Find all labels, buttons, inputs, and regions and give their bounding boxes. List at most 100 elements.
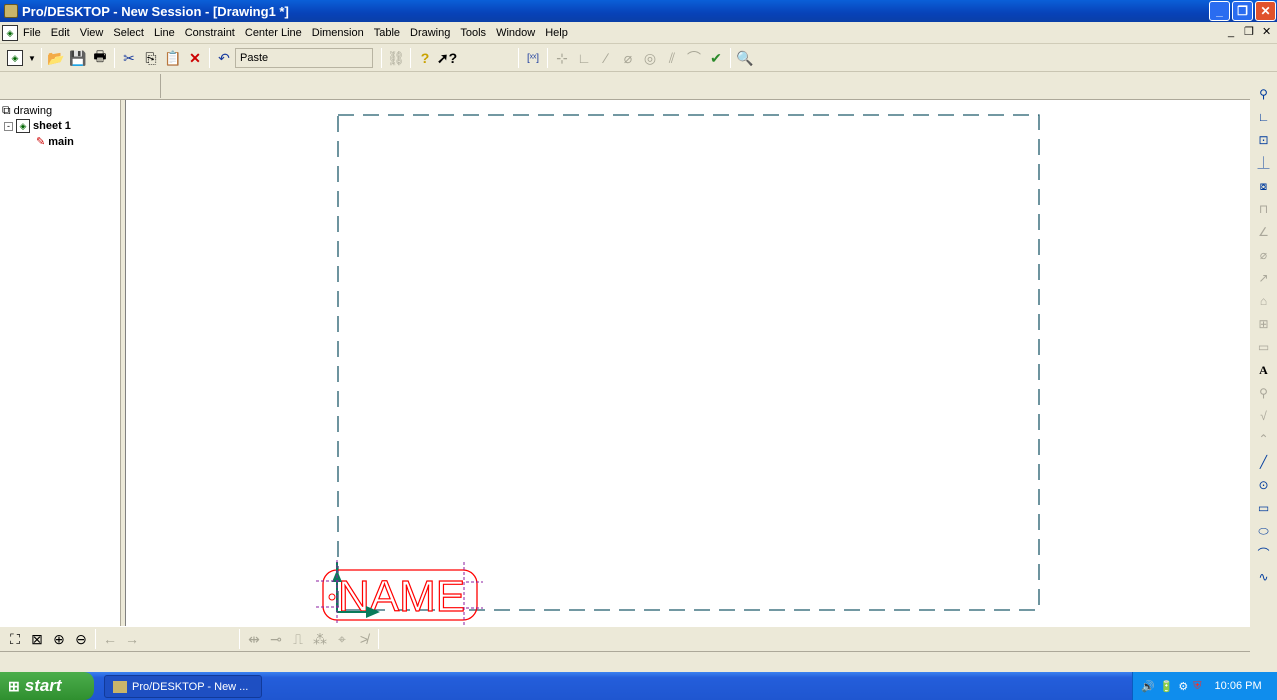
context-help-icon[interactable]: ➚?	[436, 47, 458, 69]
link-icon: ⛓	[387, 49, 405, 66]
start-button[interactable]: ⊞ start	[0, 672, 94, 700]
tangent-icon: ⌀	[623, 49, 633, 66]
ellipse-tool-icon[interactable]: ⬭	[1253, 520, 1275, 542]
volume-icon[interactable]: 🔊	[1141, 680, 1155, 693]
detail-view-icon[interactable]: ⏊	[1253, 152, 1275, 174]
rectangle-tool-icon[interactable]: ▭	[1253, 497, 1275, 519]
app-icon	[113, 680, 127, 693]
menu-window[interactable]: Window	[491, 27, 540, 39]
doc-close-button[interactable]: ✕	[1262, 25, 1271, 38]
document-icon[interactable]: ◈	[2, 24, 18, 41]
taskbar: ⊞ start Pro/DESKTOP - New ... 🔊 🔋 ⚙ ⛨ 10…	[0, 672, 1277, 700]
copy-icon[interactable]: ⎘	[140, 47, 162, 69]
doc-minimize-button[interactable]: _	[1228, 26, 1234, 38]
secondary-toolbar	[0, 72, 1250, 100]
tree-item-drawing[interactable]: ⧉ drawing	[2, 103, 52, 118]
menu-file[interactable]: File	[18, 27, 46, 39]
menu-drawing[interactable]: Drawing	[405, 27, 455, 39]
menu-edit[interactable]: Edit	[46, 27, 75, 39]
dimension-angle-icon: ∠	[1258, 225, 1269, 239]
dimension-linear-icon: ⊓	[1258, 202, 1269, 216]
dropdown-arrow-icon[interactable]: ▼	[26, 47, 38, 69]
minimize-button[interactable]: _	[1209, 1, 1230, 21]
menu-table[interactable]: Table	[369, 27, 405, 39]
restore-button[interactable]: ❐	[1232, 1, 1253, 21]
line-tool-icon[interactable]: ╱	[1253, 451, 1275, 473]
menu-view[interactable]: View	[75, 27, 109, 39]
collapse-icon[interactable]: -	[4, 121, 13, 131]
datum-icon: ⌂	[1259, 294, 1268, 308]
logo-text: NAME	[338, 572, 465, 621]
sheet-frame	[337, 114, 1040, 611]
right-toolbar: ⚲ ∟ ⊡ ⏊ ⧇ ⊓ ∠ ⌀ ↗ ⌂ ⊞ ▭ A ⚲ √ ⌃ ╱ ⊙ ▭ ⬭ …	[1250, 72, 1277, 627]
save-icon[interactable]: 💾	[67, 47, 89, 69]
step-icon: ⎍	[293, 630, 303, 647]
close-button[interactable]: ✕	[1255, 1, 1276, 21]
zoom-out-icon[interactable]: ⊖	[70, 628, 92, 650]
spline-tool-icon[interactable]: ∿	[1253, 566, 1275, 588]
task-label: Pro/DESKTOP - New ...	[132, 680, 249, 693]
name-logo: NAME	[316, 560, 483, 625]
command-box: Paste	[235, 48, 373, 68]
menu-select[interactable]: Select	[108, 27, 149, 39]
status-bar	[0, 652, 1277, 672]
angle-line-icon: ∕	[604, 50, 608, 66]
text-tool-icon[interactable]: A	[1253, 359, 1275, 381]
drawing-canvas[interactable]: NAME	[125, 100, 1250, 626]
delete-icon[interactable]: ✕	[184, 47, 206, 69]
cut-icon[interactable]: ✂	[118, 47, 140, 69]
print-icon[interactable]: 🖶	[89, 47, 111, 69]
view-icon: ✎	[36, 136, 46, 148]
menu-help[interactable]: Help	[540, 27, 573, 39]
sheet-icon: ◈	[16, 119, 30, 133]
check-constraint-icon[interactable]: ✔	[705, 47, 727, 69]
new-drawing-icon[interactable]: ◈	[4, 47, 26, 69]
tree-item-main[interactable]: ✎ main	[36, 135, 74, 149]
arc-tool-icon[interactable]: ⌒	[1253, 543, 1275, 565]
menu-line[interactable]: Line	[149, 27, 180, 39]
doc-restore-button[interactable]: ❐	[1244, 25, 1254, 38]
projected-view-icon[interactable]: ⧇	[1253, 175, 1275, 197]
circle-tool-icon[interactable]: ⊙	[1253, 474, 1275, 496]
magnifier-icon[interactable]: 🔍	[734, 47, 756, 69]
undo-icon[interactable]: ↶	[213, 47, 235, 69]
browser-tree: ⧉ drawing - ◈ sheet 1 ✎ main	[0, 100, 121, 626]
snap-icon: ⇹	[248, 630, 260, 647]
tree-item-sheet[interactable]: - ◈ sheet 1	[4, 119, 71, 133]
paste-icon[interactable]: 📋	[162, 47, 184, 69]
help-icon[interactable]: ?	[414, 47, 436, 69]
security-alert-icon[interactable]: ⛨	[1193, 680, 1201, 693]
tree-label: drawing	[13, 104, 53, 117]
zoom-in-icon[interactable]: ⊕	[48, 628, 70, 650]
taskbar-app-button[interactable]: Pro/DESKTOP - New ...	[104, 675, 262, 698]
menu-constraint[interactable]: Constraint	[180, 27, 240, 39]
menu-center-line[interactable]: Center Line	[240, 27, 307, 39]
balloon-icon: ⚲	[1259, 386, 1268, 400]
dimension-tool-icon[interactable]: [ˣˣ]	[522, 47, 544, 69]
network-icon[interactable]: ⚙	[1178, 680, 1188, 693]
perpendicular-icon: ∟	[577, 50, 591, 66]
select-tool-icon[interactable]: ⚲	[1253, 83, 1275, 105]
dimension-radius-icon: ↗	[1258, 271, 1269, 285]
zoom-window-icon[interactable]: ⊠	[26, 628, 48, 650]
crosshair-icon: ⌖	[338, 630, 346, 647]
parallel-icon: ⫽	[668, 49, 676, 66]
open-icon[interactable]: 📂	[45, 47, 67, 69]
section-view-icon[interactable]: ⊡	[1253, 129, 1275, 151]
system-tray: 🔊 🔋 ⚙ ⛨ 10:06 PM	[1132, 672, 1277, 700]
surface-finish-icon: √	[1260, 409, 1267, 423]
windows-logo-icon: ⊞	[8, 677, 20, 694]
main-toolbar: ◈ ▼ 📂 💾 🖶 ✂ ⎘ 📋 ✕ ↶ Paste ⛓ ? ➚? [ˣˣ] ⊹ …	[0, 45, 1277, 72]
view-tool-icon[interactable]: ∟	[1253, 106, 1275, 128]
zoom-fit-icon[interactable]: ⛶	[4, 628, 26, 650]
pattern-icon: ⁂	[313, 630, 327, 647]
app-icon	[4, 4, 18, 18]
menu-tools[interactable]: Tools	[455, 27, 491, 39]
battery-icon[interactable]: 🔋	[1160, 680, 1174, 693]
menu-dimension[interactable]: Dimension	[307, 27, 369, 39]
menu-bar: ◈ File Edit View Select Line Constraint …	[0, 22, 1277, 44]
clock: 10:06 PM	[1214, 680, 1262, 692]
weld-icon: ⌃	[1258, 432, 1269, 446]
concentric-icon: ◎	[643, 49, 657, 66]
horizontal-constraint-icon: ⊹	[556, 49, 568, 66]
